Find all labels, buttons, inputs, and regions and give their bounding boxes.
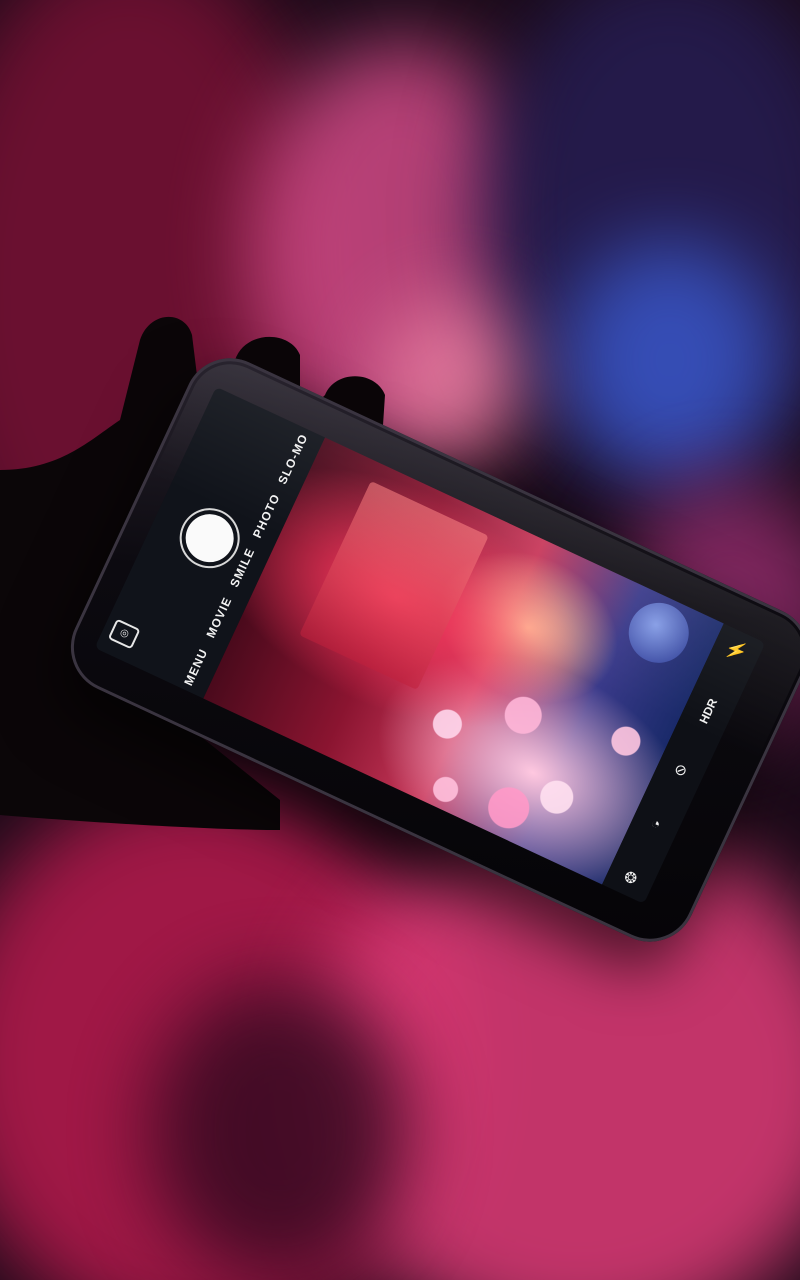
mode-photo[interactable]: PHOTO xyxy=(250,492,283,541)
camera-switch-icon[interactable]: ◎ xyxy=(107,618,141,650)
mode-movie[interactable]: MOVIE xyxy=(203,595,234,640)
hdr-toggle[interactable]: HDR xyxy=(697,696,721,725)
filter-icon[interactable]: ⊘ xyxy=(672,760,691,781)
mode-smile[interactable]: SMILE xyxy=(227,546,257,590)
flash-icon[interactable]: ⚡ xyxy=(722,637,751,665)
viewfinder-moon xyxy=(618,592,699,673)
mode-menu[interactable]: MENU xyxy=(181,646,210,688)
timer-icon[interactable]: ◔ xyxy=(648,815,663,834)
effects-icon[interactable]: ❂ xyxy=(621,868,640,889)
